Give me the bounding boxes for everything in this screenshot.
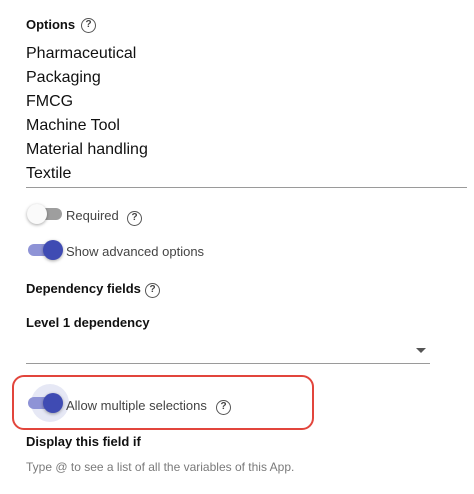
option-item: Textile — [26, 165, 72, 182]
multi-select-help-icon[interactable]: ? — [216, 400, 231, 415]
advanced-options-label: Show advanced options — [66, 244, 205, 259]
options-textarea[interactable]: Pharmaceutical Packaging FMCG Machine To… — [26, 42, 467, 188]
allow-multiple-selections-label: Allow multiple selections — [66, 398, 207, 413]
level1-dependency-label: Level 1 dependency — [26, 315, 150, 330]
required-toggle[interactable] — [27, 203, 64, 225]
display-condition-input[interactable]: Type @ to see a list of all the variable… — [26, 460, 294, 474]
display-condition-label: Display this field if — [26, 434, 141, 449]
option-item: Machine Tool — [26, 117, 120, 134]
dependency-help-icon[interactable]: ? — [145, 283, 160, 298]
level1-dependency-select[interactable] — [26, 338, 430, 364]
option-item: Pharmaceutical — [26, 45, 137, 62]
field-settings-panel: Options ? Pharmaceutical Packaging FMCG … — [0, 0, 474, 494]
advanced-options-toggle[interactable] — [28, 239, 64, 261]
options-label: Options — [26, 17, 76, 32]
required-label: Required — [66, 208, 119, 223]
dependency-fields-label: Dependency fields — [26, 281, 141, 296]
options-help-icon[interactable]: ? — [81, 18, 96, 33]
advanced-toggle-thumb — [43, 240, 63, 260]
multi-toggle-thumb — [43, 393, 63, 413]
required-toggle-thumb — [27, 204, 47, 224]
option-item: FMCG — [26, 93, 74, 110]
required-help-icon[interactable]: ? — [127, 211, 142, 226]
dropdown-arrow-icon — [416, 348, 426, 353]
allow-multiple-selections-toggle[interactable] — [28, 392, 64, 414]
option-item: Material handling — [26, 141, 148, 158]
option-item: Packaging — [26, 69, 101, 86]
